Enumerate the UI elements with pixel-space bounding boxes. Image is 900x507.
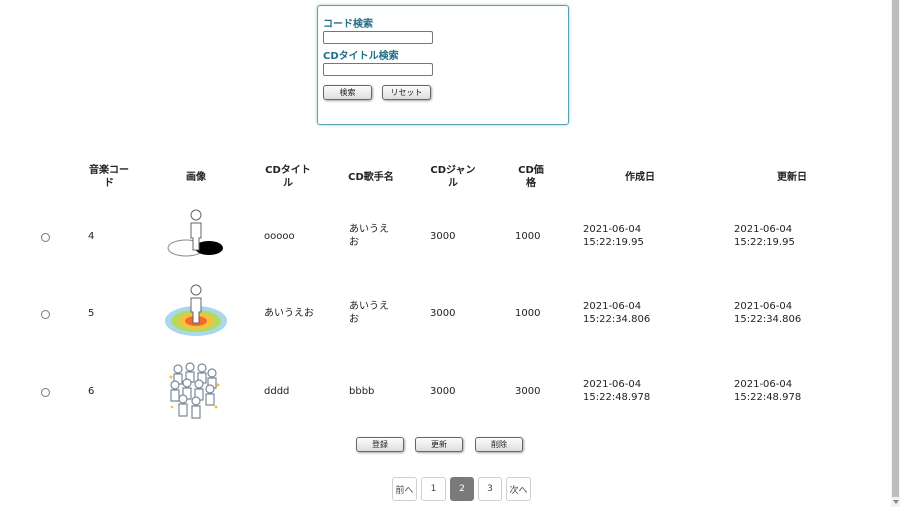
- reset-button[interactable]: リセット: [382, 85, 431, 100]
- row-singer: あいうえお: [349, 224, 389, 248]
- row-code: 5: [88, 308, 95, 319]
- row-select-radio[interactable]: [41, 388, 50, 397]
- row-updated: 2021-06-04 15:22:48.978: [734, 379, 802, 403]
- row-select-radio[interactable]: [41, 233, 50, 242]
- header-cd-title: CDタイトル: [265, 165, 311, 189]
- header-updated: 更新日: [777, 172, 807, 183]
- vertical-scrollbar[interactable]: [891, 0, 900, 507]
- header-cd-singer: CD歌手名: [348, 172, 394, 183]
- page-button-2-current[interactable]: 2: [450, 477, 474, 501]
- search-button[interactable]: 検索: [323, 85, 372, 100]
- person-shadow-icon: [167, 209, 223, 257]
- row-code: 6: [88, 386, 95, 397]
- row-created: 2021-06-04 15:22:19.95: [583, 224, 644, 248]
- row-created: 2021-06-04 15:22:48.978: [583, 379, 651, 403]
- row-genre: 3000: [430, 308, 456, 319]
- row-price: 3000: [515, 386, 541, 397]
- header-cd-price: CD価格: [518, 165, 544, 189]
- row-singer: bbbb: [349, 386, 375, 397]
- row-price: 1000: [515, 308, 541, 319]
- delete-button[interactable]: 削除: [475, 437, 523, 452]
- header-cd-genre: CDジャンル: [430, 165, 476, 189]
- row-genre: 3000: [430, 386, 456, 397]
- prev-page-button[interactable]: 前へ: [392, 477, 417, 501]
- row-price: 1000: [515, 231, 541, 242]
- register-button[interactable]: 登録: [356, 437, 404, 452]
- next-page-button[interactable]: 次へ: [506, 477, 531, 501]
- row-updated: 2021-06-04 15:22:34.806: [734, 301, 802, 325]
- title-search-input[interactable]: [323, 63, 433, 76]
- header-music-code: 音楽コード: [89, 165, 129, 189]
- scroll-down-arrow-icon[interactable]: [893, 500, 899, 504]
- row-title: dddd: [264, 386, 290, 397]
- search-panel: コード検索 CDタイトル検索 検索 リセット: [317, 5, 569, 125]
- row-title: あいうえお: [264, 308, 314, 319]
- row-title: ooooo: [264, 231, 295, 242]
- row-updated: 2021-06-04 15:22:19.95: [734, 224, 795, 248]
- code-search-label: コード検索: [323, 19, 373, 30]
- header-image: 画像: [186, 172, 206, 183]
- row-singer: あいうえお: [349, 301, 389, 325]
- person-target-icon: [165, 284, 227, 336]
- row-select-radio[interactable]: [41, 310, 50, 319]
- crowd-icon: [169, 362, 220, 419]
- header-created: 作成日: [625, 172, 655, 183]
- row-genre: 3000: [430, 231, 456, 242]
- page-button-3[interactable]: 3: [478, 477, 502, 501]
- row-created: 2021-06-04 15:22:34.806: [583, 301, 651, 325]
- page-button-1[interactable]: 1: [421, 477, 446, 501]
- title-search-label: CDタイトル検索: [323, 51, 399, 62]
- update-button[interactable]: 更新: [415, 437, 463, 452]
- scrollbar-thumb[interactable]: [892, 0, 899, 497]
- code-search-input[interactable]: [323, 31, 433, 44]
- row-code: 4: [88, 231, 95, 242]
